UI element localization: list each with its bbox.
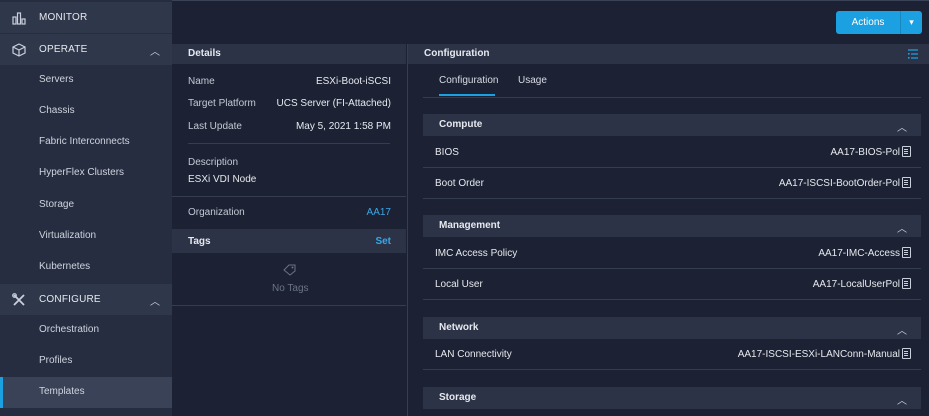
configuration-title: Configuration — [424, 48, 490, 59]
copy-icon[interactable] — [902, 348, 911, 359]
row-label: BIOS — [435, 147, 459, 158]
description-value: ESXi VDI Node — [188, 174, 257, 185]
nav-section-label: OPERATE — [39, 44, 88, 55]
row-value: AA17-ISCSI-ESXi-LANConn-Manual — [737, 349, 900, 360]
platform-label: Target Platform — [188, 98, 256, 109]
last-update-label: Last Update — [188, 121, 242, 132]
set-tags-button[interactable]: Set — [375, 236, 391, 247]
tag-icon — [283, 264, 297, 279]
name-label: Name — [188, 76, 215, 87]
row-value: AA17-ISCSI-BootOrder-Pol — [778, 178, 900, 189]
divider — [172, 305, 406, 306]
details-header: Details — [172, 44, 406, 64]
sidebar-item-profiles[interactable]: Profiles — [0, 346, 172, 377]
organization-label: Organization — [188, 207, 245, 218]
row-value: AA17-LocalUserPol — [812, 279, 900, 290]
group-label: Management — [439, 220, 501, 231]
chevron-up-icon[interactable]: ︿ — [897, 392, 907, 407]
divider — [423, 299, 921, 300]
nav-section-label: MONITOR — [39, 12, 88, 23]
last-update-value: May 5, 2021 1:58 PM — [295, 121, 391, 132]
nav-section-label: CONFIGURE — [39, 294, 101, 305]
group-label: Storage — [439, 392, 477, 403]
name-value: ESXi-Boot-iSCSI — [315, 76, 391, 87]
no-tags-text: No Tags — [272, 283, 309, 294]
row-label: Local User — [435, 279, 483, 290]
bar-chart-icon — [12, 11, 26, 25]
organization-link[interactable]: AA17 — [367, 207, 391, 218]
sidebar-item-templates[interactable]: Templates — [0, 377, 172, 408]
sidebar-item-fabric-interconnects[interactable]: Fabric Interconnects — [0, 127, 172, 158]
tags-label: Tags — [188, 236, 211, 247]
nav-section-monitor[interactable]: MONITOR — [0, 2, 172, 33]
group-management[interactable]: Management ︿ — [423, 215, 921, 237]
sidebar-item-storage[interactable]: Storage — [0, 190, 172, 221]
sidebar-item-hyperflex-clusters[interactable]: HyperFlex Clusters — [0, 158, 172, 189]
group-compute[interactable]: Compute ︿ — [423, 114, 921, 136]
nav-section-configure[interactable]: CONFIGURE ︿ — [0, 284, 172, 315]
row-label: LAN Connectivity — [435, 349, 512, 360]
group-label: Network — [439, 322, 479, 333]
tab-usage[interactable]: Usage — [518, 75, 547, 86]
group-network[interactable]: Network ︿ — [423, 317, 921, 339]
sidebar-item-chassis[interactable]: Chassis — [0, 96, 172, 127]
divider — [423, 167, 921, 168]
copy-icon[interactable] — [902, 278, 911, 289]
list-view-icon[interactable] — [907, 48, 919, 63]
sidebar-item-servers[interactable]: Servers — [0, 65, 172, 96]
chevron-up-icon[interactable]: ︿ — [897, 322, 907, 337]
row-label: Boot Order — [435, 178, 484, 189]
tools-icon — [12, 293, 26, 307]
chevron-up-icon[interactable]: ︿ — [897, 220, 907, 235]
details-title: Details — [188, 48, 221, 59]
divider — [423, 369, 921, 370]
row-value: AA17-IMC-Access — [818, 248, 900, 259]
divider — [423, 268, 921, 269]
copy-icon[interactable] — [902, 146, 911, 157]
sidebar-item-kubernetes[interactable]: Kubernetes — [0, 252, 172, 283]
cube-icon — [12, 43, 26, 57]
copy-icon[interactable] — [902, 177, 911, 188]
platform-value: UCS Server (FI-Attached) — [276, 98, 391, 109]
description-label: Description — [188, 157, 239, 168]
chevron-up-icon[interactable]: ︿ — [150, 43, 160, 58]
sidebar: MONITOR OPERATE ︿ Servers Chassis Fabric… — [0, 0, 172, 416]
divider — [423, 97, 921, 98]
chevron-up-icon[interactable]: ︿ — [150, 293, 160, 308]
divider — [188, 143, 390, 144]
sidebar-item-virtualization[interactable]: Virtualization — [0, 221, 172, 252]
actions-button[interactable]: Actions ▾ — [836, 11, 922, 34]
tab-configuration[interactable]: Configuration — [439, 75, 498, 86]
divider — [423, 198, 921, 199]
top-bar — [172, 0, 929, 44]
group-label: Compute — [439, 119, 483, 130]
actions-button-label: Actions — [851, 17, 885, 28]
divider — [172, 196, 406, 197]
nav-section-operate[interactable]: OPERATE ︿ — [0, 34, 172, 65]
copy-icon[interactable] — [902, 247, 911, 258]
configuration-header: Configuration — [408, 44, 929, 64]
chevron-up-icon[interactable]: ︿ — [897, 119, 907, 134]
row-value: AA17-BIOS-Pol — [830, 147, 900, 158]
active-tab-indicator — [439, 94, 495, 96]
sidebar-item-orchestration[interactable]: Orchestration — [0, 315, 172, 346]
chevron-down-icon[interactable]: ▾ — [900, 11, 922, 34]
group-storage[interactable]: Storage ︿ — [423, 387, 921, 409]
row-label: IMC Access Policy — [435, 248, 518, 259]
